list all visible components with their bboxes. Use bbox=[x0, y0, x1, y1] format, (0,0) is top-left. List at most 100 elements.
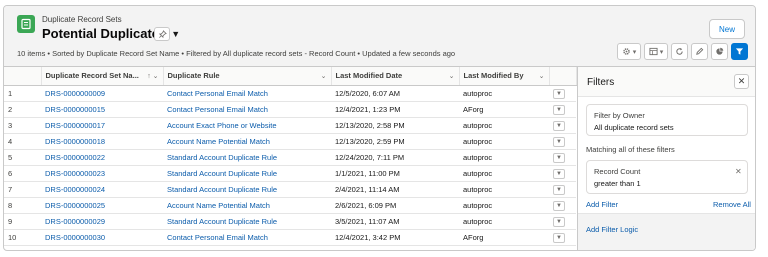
refresh-button[interactable] bbox=[671, 43, 688, 60]
filters-toggle-button[interactable] bbox=[731, 43, 748, 60]
row-actions-button[interactable]: ▼ bbox=[553, 184, 565, 195]
last-modified-by: autoproc bbox=[459, 197, 549, 214]
row-number: 2 bbox=[4, 101, 41, 118]
list-view-toolbar: ▾ ▾ bbox=[617, 43, 748, 60]
sort-ascending-icon: ↑ ⌄ bbox=[147, 72, 159, 80]
chevron-down-icon: ▼ bbox=[171, 28, 181, 39]
row-actions-button[interactable]: ▼ bbox=[553, 136, 565, 147]
record-count-filter-value: greater than 1 bbox=[594, 179, 641, 188]
row-number: 1 bbox=[4, 85, 41, 102]
duplicate-rule-link[interactable]: Contact Personal Email Match bbox=[163, 229, 331, 246]
table-row: 4 DRS-0000000018 Account Name Potential … bbox=[4, 133, 576, 150]
charts-button[interactable] bbox=[711, 43, 728, 60]
last-modified-by: autoproc bbox=[459, 213, 549, 230]
record-count-filter-label: Record Count bbox=[594, 167, 641, 176]
row-actions-button[interactable]: ▼ bbox=[553, 104, 565, 115]
gear-icon bbox=[622, 48, 630, 55]
column-header-name[interactable]: Duplicate Record Set Na... ↑ ⌄ bbox=[41, 67, 164, 86]
close-filters-button[interactable]: ✕ bbox=[734, 74, 749, 89]
row-number: 8 bbox=[4, 197, 41, 214]
record-set-name-link[interactable]: DRS-0000000015 bbox=[41, 101, 163, 118]
filters-title: Filters bbox=[587, 77, 615, 88]
record-set-name-link[interactable]: DRS-0000000024 bbox=[41, 181, 163, 198]
last-modified-date: 12/4/2021, 3:42 PM bbox=[331, 229, 459, 246]
chevron-down-icon: ⌄ bbox=[538, 72, 545, 80]
row-number: 4 bbox=[4, 133, 41, 150]
table-header-row: Duplicate Record Set Na... ↑ ⌄ Duplicate… bbox=[4, 67, 577, 86]
edit-list-button[interactable] bbox=[691, 43, 708, 60]
display-as-button[interactable]: ▾ bbox=[644, 43, 668, 60]
row-actions-button[interactable]: ▼ bbox=[553, 88, 565, 99]
last-modified-by: autoproc bbox=[459, 85, 549, 102]
duplicate-rule-link[interactable]: Standard Account Duplicate Rule bbox=[163, 149, 331, 166]
column-header-date[interactable]: Last Modified Date ⌄ bbox=[331, 67, 460, 86]
pie-chart-icon bbox=[716, 47, 724, 55]
duplicate-rule-link[interactable]: Contact Personal Email Match bbox=[163, 101, 331, 118]
last-modified-date: 12/5/2020, 6:07 AM bbox=[331, 85, 459, 102]
duplicate-rule-link[interactable]: Standard Account Duplicate Rule bbox=[163, 165, 331, 182]
remove-filter-icon[interactable]: ✕ bbox=[735, 167, 742, 176]
row-actions-button[interactable]: ▼ bbox=[553, 200, 565, 211]
last-modified-date: 3/5/2021, 11:07 AM bbox=[331, 213, 459, 230]
table-row: 6 DRS-0000000023 Standard Account Duplic… bbox=[4, 165, 576, 182]
row-actions-button[interactable]: ▼ bbox=[553, 152, 565, 163]
row-actions-button[interactable]: ▼ bbox=[553, 168, 565, 179]
last-modified-by: autoproc bbox=[459, 181, 549, 198]
record-set-name-link[interactable]: DRS-0000000023 bbox=[41, 165, 163, 182]
record-set-name-link[interactable]: DRS-0000000022 bbox=[41, 149, 163, 166]
column-header-label: Last Modified Date bbox=[335, 71, 403, 81]
list-view-meta: 10 items • Sorted by Duplicate Record Se… bbox=[17, 49, 456, 58]
record-set-name-link[interactable]: DRS-0000000029 bbox=[41, 213, 163, 230]
row-actions-button[interactable]: ▼ bbox=[553, 120, 565, 131]
object-label: Duplicate Record Sets bbox=[42, 15, 122, 24]
record-set-name-link[interactable]: DRS-0000000025 bbox=[41, 197, 163, 214]
list-view-header: Duplicate Record Sets Potential Duplicat… bbox=[4, 6, 755, 67]
duplicate-rule-link[interactable]: Account Name Potential Match bbox=[163, 133, 331, 150]
refresh-icon bbox=[676, 47, 683, 55]
chevron-down-icon: ⌄ bbox=[320, 72, 327, 80]
record-set-name-link[interactable]: DRS-0000000030 bbox=[41, 229, 163, 246]
owner-filter-value: All duplicate record sets bbox=[594, 123, 674, 132]
new-button[interactable]: New bbox=[709, 19, 745, 39]
pin-list-view-button[interactable] bbox=[154, 27, 170, 41]
row-number: 5 bbox=[4, 149, 41, 166]
row-number: 7 bbox=[4, 181, 41, 198]
record-set-name-link[interactable]: DRS-0000000018 bbox=[41, 133, 163, 150]
list-settings-button[interactable]: ▾ bbox=[617, 43, 641, 60]
add-filter-logic-link[interactable]: Add Filter Logic bbox=[586, 225, 638, 234]
record-set-name-link[interactable]: DRS-0000000009 bbox=[41, 85, 163, 102]
last-modified-date: 2/4/2021, 11:14 AM bbox=[331, 181, 459, 198]
records-table-area: Duplicate Record Set Na... ↑ ⌄ Duplicate… bbox=[4, 67, 577, 250]
row-actions-button[interactable]: ▼ bbox=[553, 216, 565, 227]
record-set-name-link[interactable]: DRS-0000000017 bbox=[41, 117, 163, 134]
close-icon: ✕ bbox=[737, 76, 746, 86]
last-modified-date: 2/6/2021, 6:09 PM bbox=[331, 197, 459, 214]
duplicate-rule-link[interactable]: Account Exact Phone or Website bbox=[163, 117, 331, 134]
row-actions-button[interactable]: ▼ bbox=[553, 232, 565, 243]
last-modified-by: AForg bbox=[459, 101, 549, 118]
row-number: 3 bbox=[4, 117, 41, 134]
add-filter-link[interactable]: Add Filter bbox=[586, 200, 618, 209]
record-count-filter-card[interactable]: Record Count greater than 1 ✕ bbox=[586, 160, 748, 194]
table-row: 8 DRS-0000000025 Account Name Potential … bbox=[4, 197, 576, 214]
list-view-name: Potential Duplicates bbox=[42, 26, 167, 41]
row-actions-header bbox=[549, 67, 577, 86]
remove-all-link[interactable]: Remove All bbox=[713, 200, 751, 209]
last-modified-by: AForg bbox=[459, 229, 549, 246]
owner-filter-card[interactable]: Filter by Owner All duplicate record set… bbox=[586, 104, 748, 136]
column-header-rule[interactable]: Duplicate Rule ⌄ bbox=[163, 67, 332, 86]
last-modified-date: 1/1/2021, 11:00 PM bbox=[331, 165, 459, 182]
column-header-label: Last Modified By bbox=[463, 71, 524, 81]
duplicate-rule-link[interactable]: Contact Personal Email Match bbox=[163, 85, 331, 102]
table-row: 2 DRS-0000000015 Contact Personal Email … bbox=[4, 101, 576, 118]
duplicate-rule-link[interactable]: Standard Account Duplicate Rule bbox=[163, 181, 331, 198]
row-number: 10 bbox=[4, 229, 41, 246]
last-modified-date: 12/24/2020, 7:11 PM bbox=[331, 149, 459, 166]
records-table: Duplicate Record Set Na... ↑ ⌄ Duplicate… bbox=[4, 67, 577, 246]
table-row: 10 DRS-0000000030 Contact Personal Email… bbox=[4, 229, 576, 246]
last-modified-date: 12/4/2021, 1:23 PM bbox=[331, 101, 459, 118]
list-view-frame: Duplicate Record Sets Potential Duplicat… bbox=[3, 5, 756, 251]
duplicate-rule-link[interactable]: Account Name Potential Match bbox=[163, 197, 331, 214]
duplicate-rule-link[interactable]: Standard Account Duplicate Rule bbox=[163, 213, 331, 230]
column-header-modified-by[interactable]: Last Modified By ⌄ bbox=[459, 67, 550, 86]
